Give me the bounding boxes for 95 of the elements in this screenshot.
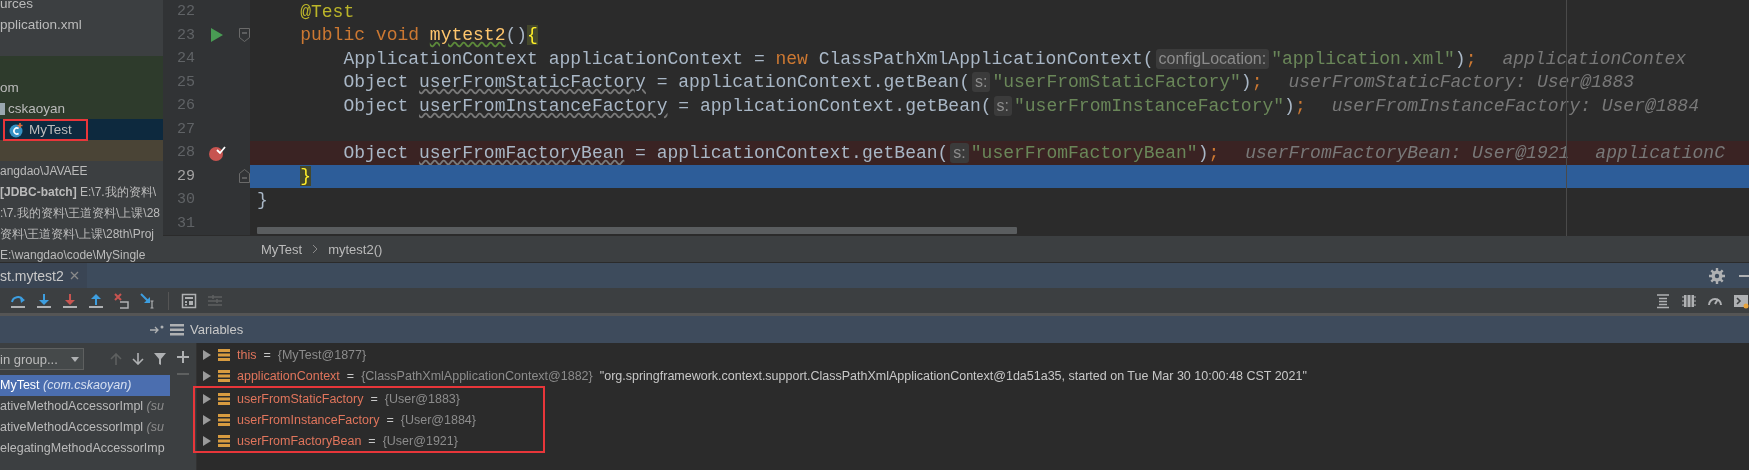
force-step-into-icon[interactable] xyxy=(62,292,78,309)
variable-name: this xyxy=(237,347,257,362)
project-path[interactable]: 资料\王道资料\上课\28th\Proj xyxy=(0,224,163,245)
add-icon[interactable] xyxy=(177,351,189,363)
parameter-hint: s: xyxy=(993,95,1012,116)
inline-value: userFromStaticFactory: User@1883 xyxy=(1288,72,1635,93)
pin-icon[interactable] xyxy=(150,324,164,335)
horizontal-scrollbar[interactable] xyxy=(257,227,1017,234)
down-arrow-icon[interactable] xyxy=(132,353,144,365)
chevron-icon xyxy=(312,244,319,254)
tree-row[interactable]: MyTest xyxy=(0,119,163,140)
code-text: "userFromInstanceFactory"); xyxy=(1014,95,1306,116)
parameter-hint: s: xyxy=(971,72,991,93)
dropdown-arrow-icon xyxy=(71,356,79,362)
inline-value: applicationC xyxy=(1595,142,1725,163)
tree-row[interactable]: om xyxy=(0,77,163,98)
stack-frame[interactable]: ativeMethodAccessorImpl (su xyxy=(0,417,170,438)
code-text: "userFromStaticFactory"); xyxy=(992,72,1263,93)
variable-value: {User@1921} xyxy=(382,433,458,448)
stack-frame[interactable]: MyTest (com.cskaoyan) xyxy=(0,375,170,396)
code-text: "application.xml"); xyxy=(1271,48,1477,69)
code-text: "userFromFactoryBean"); xyxy=(970,142,1220,163)
variable-string: "org.springframework.context.support.ClassPathXmlApplicationContext@1da51a35, started on Tue Mar 30 10:00:48 CST 2021" xyxy=(599,368,1307,383)
stack-frame[interactable]: ativeMethodAccessorImpl (su xyxy=(0,396,170,417)
equals-sign: = xyxy=(386,412,394,427)
expand-arrow-icon[interactable] xyxy=(203,414,211,425)
calculator-icon[interactable] xyxy=(181,292,197,309)
code-text: } xyxy=(257,189,268,210)
variable-value: {User@1883} xyxy=(384,391,460,406)
expand-arrow-icon[interactable] xyxy=(203,370,211,381)
debug-tab[interactable]: st.mytest2 xyxy=(0,263,87,288)
code-text: Object userFromInstanceFactory = applicationContext.getBean( xyxy=(343,95,992,116)
list-icon[interactable] xyxy=(1655,292,1671,309)
tree-row[interactable]: pplication.xml xyxy=(0,14,163,35)
breadcrumb[interactable]: MyTest xyxy=(261,241,303,257)
variable-name: userFromStaticFactory xyxy=(237,391,364,406)
variable-value: {User@1884} xyxy=(400,412,476,427)
tree-row[interactable]: urces xyxy=(0,0,163,14)
inline-value: applicationContex xyxy=(1502,48,1687,69)
run-icon[interactable] xyxy=(210,27,224,44)
tree-item-label: cskaoyan xyxy=(8,101,66,116)
expand-arrow-icon[interactable] xyxy=(203,435,211,446)
close-icon[interactable] xyxy=(69,271,79,280)
variables-icon xyxy=(170,323,184,336)
project-path[interactable]: angdao\JAVAEE xyxy=(0,161,163,182)
field-icon xyxy=(218,369,230,382)
code-text: public void mytest2(){ xyxy=(300,25,538,46)
equals-sign: = xyxy=(263,347,271,362)
field-icon xyxy=(218,348,230,361)
project-path[interactable]: E:\wangdao\code\MySingle xyxy=(0,245,163,262)
field-icon xyxy=(218,392,230,405)
filter-icon[interactable] xyxy=(154,353,166,365)
drop-frame-icon[interactable] xyxy=(114,292,130,309)
parameter-hint: configLocation: xyxy=(1155,48,1270,69)
class-icon xyxy=(8,121,24,138)
expand-arrow-icon[interactable] xyxy=(203,349,211,360)
stack-frame[interactable]: elegatingMethodAccessorImp xyxy=(0,438,170,459)
run-to-cursor-icon[interactable] xyxy=(140,292,156,309)
equals-sign: = xyxy=(346,368,355,383)
variable-name: userFromFactoryBean xyxy=(237,433,362,448)
tree-item-label: om xyxy=(0,80,19,95)
step-into-icon[interactable] xyxy=(36,292,52,309)
equals-sign: = xyxy=(370,391,378,406)
inline-value: userFromInstanceFactory: User@1884 xyxy=(1331,95,1699,116)
variable-value: {MyTest@1877} xyxy=(277,347,367,362)
field-icon xyxy=(218,413,230,426)
settings-icon[interactable] xyxy=(1709,267,1725,284)
code-text: Object userFromFactoryBean = applicationContext.getBean( xyxy=(343,142,949,163)
expand-arrow-icon[interactable] xyxy=(203,393,211,404)
minimize-icon[interactable] xyxy=(1739,273,1749,278)
code-text: ApplicationContext applicationContext = new ClassPathXmlApplicationContext( xyxy=(343,48,1154,69)
code-text: @Test xyxy=(300,1,355,22)
tree-row[interactable]: cskaoyan xyxy=(0,98,163,119)
step-out-icon[interactable] xyxy=(88,292,104,309)
variable-value: {ClassPathXmlApplicationContext@1882} xyxy=(361,368,593,383)
thread-dropdown[interactable]: in group... xyxy=(0,348,84,370)
panel-title: Variables xyxy=(190,322,244,337)
tree-item-label: urces xyxy=(0,0,33,11)
tree-item-label: MyTest xyxy=(29,122,72,137)
equals-sign: = xyxy=(368,433,376,448)
project-path[interactable]: [JDBC-batch] E:\7.我的资料\ xyxy=(0,182,163,203)
parameter-hint: s: xyxy=(950,142,969,163)
folder-icon xyxy=(0,102,5,115)
code-text: Object userFromStaticFactory = applicationContext.getBean( xyxy=(343,72,970,93)
tree-item-label: pplication.xml xyxy=(0,17,82,32)
breadcrumb[interactable]: mytest2() xyxy=(328,241,383,257)
memory-icon[interactable] xyxy=(1681,292,1697,309)
field-icon xyxy=(218,434,230,447)
variable-name: applicationContext xyxy=(237,368,340,383)
project-path[interactable]: :\7.我的资料\王道资料\上课\28 xyxy=(0,203,163,224)
console-icon[interactable] xyxy=(1733,292,1749,309)
line-number: 29 xyxy=(176,167,195,185)
inline-value: userFromFactoryBean: User@1921 xyxy=(1245,142,1570,163)
variable-name: userFromInstanceFactory xyxy=(237,412,380,427)
code-text: } xyxy=(300,166,312,187)
